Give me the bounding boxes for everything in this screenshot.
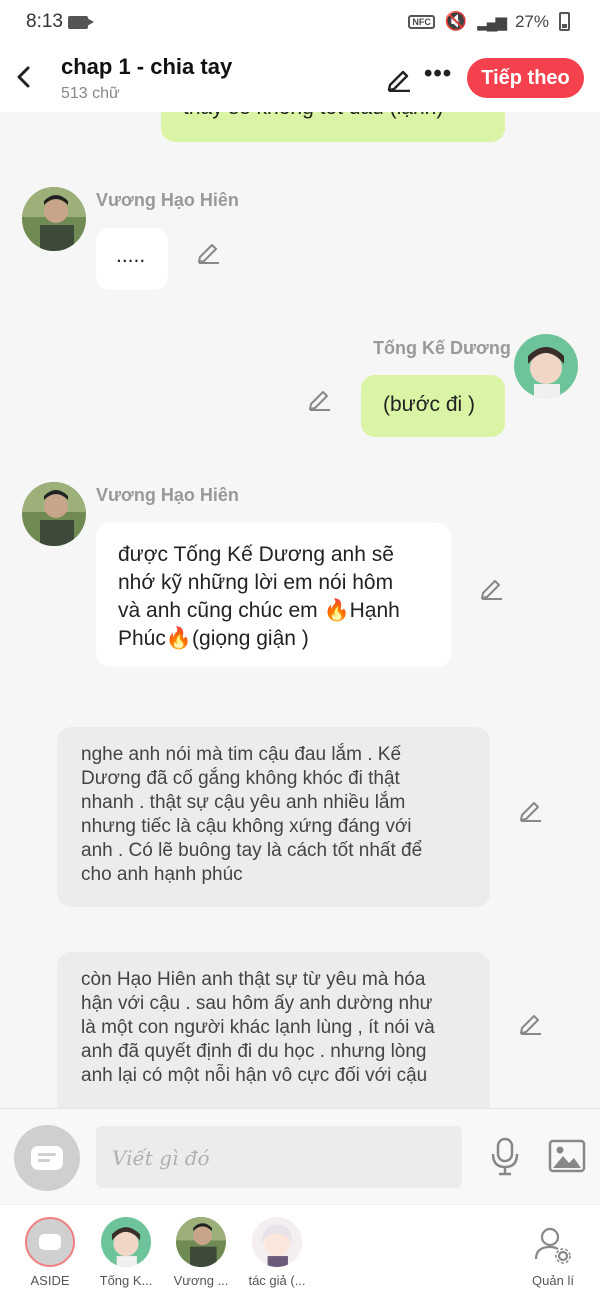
speaker-name: Vương Hạo Hiên — [96, 485, 239, 505]
next-chapter-button[interactable]: Tiếp theo — [467, 58, 584, 98]
pencil-icon[interactable] — [196, 238, 222, 264]
pencil-icon[interactable] — [518, 1009, 544, 1035]
message-line: nhớ kỹ những lời em nói hôm — [118, 571, 394, 594]
message-bubble[interactable]: (bước đi ) — [361, 375, 505, 437]
narration-line: anh lại có một nỗi hận vô cực đối với cậ… — [81, 1065, 428, 1086]
mute-icon: 🔇 — [444, 11, 468, 31]
avatar[interactable] — [22, 187, 86, 251]
tab-label: tác giả (... — [248, 1273, 306, 1288]
pencil-icon[interactable] — [518, 796, 544, 822]
message-bubble[interactable]: ..... — [96, 228, 168, 290]
avatar — [252, 1217, 302, 1267]
message-input[interactable]: Viết gì đó — [96, 1126, 462, 1188]
speaker-name: Tống Kế Dương — [373, 338, 511, 358]
chapter-header: chap 1 - chia tay 513 chữ ••• Tiếp theo — [0, 46, 600, 112]
signal-icon: ▂▄▆ — [477, 13, 507, 31]
pencil-icon[interactable] — [385, 64, 413, 93]
narration-line: là một con người khác lạnh lùng , ít nói… — [81, 1017, 435, 1038]
fire-icon: 🔥 — [165, 627, 193, 650]
narration-line: nhưng tiếc là cậu không xứng đáng với — [81, 816, 412, 837]
narration-line: anh đã quyết định đi du học . nhưng lòng — [81, 1041, 427, 1062]
pencil-icon[interactable] — [479, 574, 505, 600]
status-icons: NFC 🔇 ▂▄▆ 27% — [408, 11, 570, 32]
message-word: (giọng giận ) — [192, 627, 309, 650]
more-dots-icon[interactable]: ••• — [424, 60, 452, 88]
message-bubble[interactable]: được Tống Kế Dương anh sẽ nhớ kỹ những l… — [96, 523, 451, 667]
tab-label: Quản lí — [532, 1273, 574, 1288]
narration-line: anh . Có lẽ buông tay là cách tốt nhất đ… — [81, 840, 423, 861]
chat-bubble-glyph — [39, 1234, 61, 1250]
microphone-icon[interactable] — [488, 1137, 522, 1177]
narration-line: nghe anh nói mà tim cậu đau lắm . Kế — [81, 744, 402, 765]
chat-bubble-glyph — [31, 1146, 63, 1170]
avatar — [176, 1217, 226, 1267]
chapter-title: chap 1 - chia tay — [61, 54, 233, 79]
narration-line: cho anh hạnh phúc — [81, 864, 243, 885]
narration-line: nhanh . thật sự cậu yêu anh nhiều lắm — [81, 792, 406, 813]
message-line-group: và anh cũng chúc em 🔥Hạnh — [118, 597, 451, 625]
pencil-icon[interactable] — [307, 385, 333, 411]
chat-bubble-icon — [25, 1217, 75, 1267]
fire-icon: 🔥 — [323, 599, 350, 622]
message-bubble[interactable]: thầy sẽ không tốt đâu (lạnh) — [161, 112, 505, 142]
character-tabs: ASIDE Tống K... Vương ... tác giả (... Q… — [0, 1204, 600, 1300]
composer-bar: Viết gì đó — [0, 1108, 600, 1204]
arrow-left-icon[interactable] — [10, 60, 38, 94]
narration-line: hận với cậu . sau hôm ấy anh dường như — [81, 993, 433, 1014]
avatar — [101, 1217, 151, 1267]
avatar[interactable] — [22, 482, 86, 546]
nfc-icon: NFC — [408, 14, 435, 29]
narration-line: còn Hạo Hiên anh thật sự từ yêu mà hóa — [81, 969, 426, 990]
message-text: thầy sẽ không tốt đâu (lạnh) — [183, 112, 483, 120]
narration-bubble[interactable]: còn Hạo Hiên anh thật sự từ yêu mà hóa h… — [57, 952, 490, 1108]
message-text: ..... — [116, 244, 146, 267]
chat-area[interactable]: thầy sẽ không tốt đâu (lạnh) Vương Hạo H… — [0, 112, 600, 1108]
word-count: 513 chữ — [61, 85, 120, 102]
user-settings-icon — [533, 1225, 573, 1270]
image-icon[interactable] — [548, 1139, 586, 1173]
message-word: Hạnh — [349, 599, 400, 622]
manage-button[interactable]: Quản lí — [515, 1205, 591, 1300]
message-line-group: Phúc🔥(giọng giận ) — [118, 625, 451, 653]
video-record-icon — [68, 16, 94, 29]
speaker-name: Vương Hạo Hiên — [96, 190, 239, 210]
avatar[interactable] — [514, 334, 578, 398]
message-text: (bước đi ) — [383, 393, 476, 416]
battery-icon — [559, 12, 570, 31]
message-word: Phúc — [118, 627, 166, 650]
battery-percent: 27% — [514, 11, 549, 31]
status-time: 8:13 — [26, 11, 63, 32]
chat-bubble-icon[interactable] — [14, 1125, 80, 1191]
message-line: được Tống Kế Dương anh sẽ — [118, 543, 394, 566]
tab-character-author[interactable]: tác giả (... — [227, 1205, 327, 1300]
message-line: và anh cũng chúc em — [118, 599, 318, 622]
narration-bubble[interactable]: nghe anh nói mà tim cậu đau lắm . Kế Dươ… — [57, 727, 490, 907]
status-bar: 8:13 NFC 🔇 ▂▄▆ 27% — [0, 0, 600, 46]
narration-line: Dương đã cố gắng không khóc đi thật — [81, 768, 400, 789]
